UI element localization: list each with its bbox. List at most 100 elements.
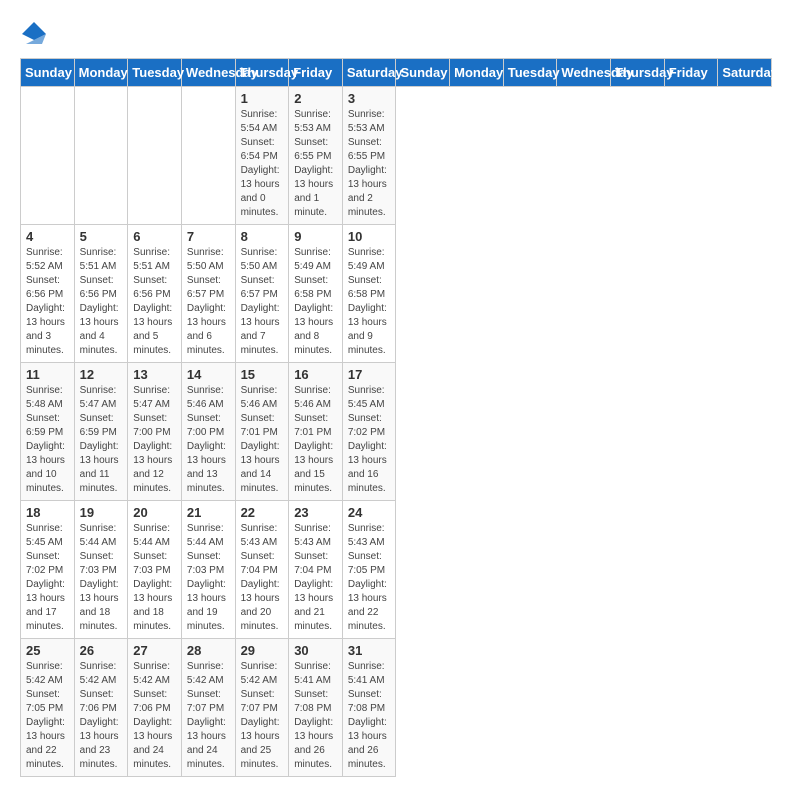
calendar-week-1: 4 Sunrise: 5:52 AM Sunset: 6:56 PM Daylig… — [21, 225, 772, 363]
day-info: Sunrise: 5:44 AM Sunset: 7:03 PM Dayligh… — [133, 522, 176, 634]
day-info: Sunrise: 5:42 AM Sunset: 7:06 PM Dayligh… — [133, 660, 176, 772]
calendar-week-2: 11Sunrise: 5:48 AM Sunset: 6:59 PM Dayli… — [21, 363, 772, 501]
header-tuesday: Tuesday — [503, 59, 557, 87]
header-thursday: Thursday — [611, 59, 665, 87]
calendar-cell: 2Sunrise: 5:53 AM Sunset: 6:55 PM Daylig… — [289, 87, 343, 225]
calendar-cell: 25 Sunrise: 5:42 AM Sunset: 7:05 PM Dayli… — [21, 639, 75, 777]
day-number: 10 — [348, 229, 391, 244]
calendar-header-row: SundayMondayTuesdayWednesdayThursdayFrid… — [21, 59, 772, 87]
day-number: 13 — [133, 367, 176, 382]
calendar-cell: 14 Sunrise: 5:46 AM Sunset: 7:00 PM Dayli… — [181, 363, 235, 501]
calendar-cell: 12 Sunrise: 5:47 AM Sunset: 6:59 PM Dayli… — [74, 363, 128, 501]
day-number: 29 — [241, 643, 284, 658]
header-friday: Friday — [289, 59, 343, 87]
day-info: Sunrise: 5:46 AM Sunset: 7:00 PM Dayligh… — [187, 384, 230, 496]
logo — [20, 20, 52, 48]
calendar-cell — [74, 87, 128, 225]
calendar-cell: 8 Sunrise: 5:50 AM Sunset: 6:57 PM Daylig… — [235, 225, 289, 363]
day-info: Sunrise: 5:44 AM Sunset: 7:03 PM Dayligh… — [187, 522, 230, 634]
calendar-week-0: 1Sunrise: 5:54 AM Sunset: 6:54 PM Daylig… — [21, 87, 772, 225]
calendar-week-4: 25 Sunrise: 5:42 AM Sunset: 7:05 PM Dayli… — [21, 639, 772, 777]
calendar-cell: 5 Sunrise: 5:51 AM Sunset: 6:56 PM Daylig… — [74, 225, 128, 363]
calendar-cell: 31 Sunrise: 5:41 AM Sunset: 7:08 PM Dayli… — [342, 639, 396, 777]
calendar-cell — [181, 87, 235, 225]
calendar-cell: 11Sunrise: 5:48 AM Sunset: 6:59 PM Dayli… — [21, 363, 75, 501]
header-monday: Monday — [74, 59, 128, 87]
calendar-cell: 13 Sunrise: 5:47 AM Sunset: 7:00 PM Dayli… — [128, 363, 182, 501]
header-sunday: Sunday — [396, 59, 450, 87]
day-info: Sunrise: 5:52 AM Sunset: 6:56 PM Dayligh… — [26, 246, 69, 358]
calendar-cell: 10 Sunrise: 5:49 AM Sunset: 6:58 PM Dayli… — [342, 225, 396, 363]
calendar-cell: 17 Sunrise: 5:45 AM Sunset: 7:02 PM Dayli… — [342, 363, 396, 501]
day-number: 24 — [348, 505, 391, 520]
header-wednesday: Wednesday — [557, 59, 611, 87]
day-info: Sunrise: 5:42 AM Sunset: 7:07 PM Dayligh… — [241, 660, 284, 772]
day-number: 5 — [80, 229, 123, 244]
day-number: 18 — [26, 505, 69, 520]
day-number: 15 — [241, 367, 284, 382]
day-info: Sunrise: 5:42 AM Sunset: 7:07 PM Dayligh… — [187, 660, 230, 772]
day-number: 17 — [348, 367, 391, 382]
calendar-week-3: 18 Sunrise: 5:45 AM Sunset: 7:02 PM Dayli… — [21, 501, 772, 639]
day-info: Sunrise: 5:41 AM Sunset: 7:08 PM Dayligh… — [348, 660, 391, 772]
day-info: Sunrise: 5:50 AM Sunset: 6:57 PM Dayligh… — [187, 246, 230, 358]
day-number: 31 — [348, 643, 391, 658]
calendar-cell: 9Sunrise: 5:49 AM Sunset: 6:58 PM Daylig… — [289, 225, 343, 363]
day-info: Sunrise: 5:41 AM Sunset: 7:08 PM Dayligh… — [294, 660, 337, 772]
day-info: Sunrise: 5:51 AM Sunset: 6:56 PM Dayligh… — [80, 246, 123, 358]
calendar-cell: 26 Sunrise: 5:42 AM Sunset: 7:06 PM Dayli… — [74, 639, 128, 777]
day-number: 26 — [80, 643, 123, 658]
day-number: 6 — [133, 229, 176, 244]
day-info: Sunrise: 5:47 AM Sunset: 7:00 PM Dayligh… — [133, 384, 176, 496]
calendar-cell: 6 Sunrise: 5:51 AM Sunset: 6:56 PM Daylig… — [128, 225, 182, 363]
day-info: Sunrise: 5:45 AM Sunset: 7:02 PM Dayligh… — [26, 522, 69, 634]
day-number: 16 — [294, 367, 337, 382]
calendar-cell: 3Sunrise: 5:53 AM Sunset: 6:55 PM Daylig… — [342, 87, 396, 225]
calendar-cell: 20 Sunrise: 5:44 AM Sunset: 7:03 PM Dayli… — [128, 501, 182, 639]
day-info: Sunrise: 5:43 AM Sunset: 7:04 PM Dayligh… — [241, 522, 284, 634]
header-thursday: Thursday — [235, 59, 289, 87]
header-sunday: Sunday — [21, 59, 75, 87]
calendar-cell: 7Sunrise: 5:50 AM Sunset: 6:57 PM Daylig… — [181, 225, 235, 363]
logo-icon — [20, 20, 48, 48]
header-wednesday: Wednesday — [181, 59, 235, 87]
day-info: Sunrise: 5:43 AM Sunset: 7:04 PM Dayligh… — [294, 522, 337, 634]
day-number: 20 — [133, 505, 176, 520]
day-number: 1 — [241, 91, 284, 106]
calendar-cell: 1Sunrise: 5:54 AM Sunset: 6:54 PM Daylig… — [235, 87, 289, 225]
day-info: Sunrise: 5:42 AM Sunset: 7:06 PM Dayligh… — [80, 660, 123, 772]
day-info: Sunrise: 5:47 AM Sunset: 6:59 PM Dayligh… — [80, 384, 123, 496]
day-number: 12 — [80, 367, 123, 382]
day-number: 14 — [187, 367, 230, 382]
day-number: 27 — [133, 643, 176, 658]
header-friday: Friday — [664, 59, 718, 87]
calendar-cell: 16 Sunrise: 5:46 AM Sunset: 7:01 PM Dayli… — [289, 363, 343, 501]
calendar-cell: 19Sunrise: 5:44 AM Sunset: 7:03 PM Dayli… — [74, 501, 128, 639]
day-info: Sunrise: 5:42 AM Sunset: 7:05 PM Dayligh… — [26, 660, 69, 772]
day-number: 25 — [26, 643, 69, 658]
day-number: 30 — [294, 643, 337, 658]
header-tuesday: Tuesday — [128, 59, 182, 87]
day-number: 19 — [80, 505, 123, 520]
day-info: Sunrise: 5:51 AM Sunset: 6:56 PM Dayligh… — [133, 246, 176, 358]
calendar-cell: 18 Sunrise: 5:45 AM Sunset: 7:02 PM Dayli… — [21, 501, 75, 639]
day-number: 21 — [187, 505, 230, 520]
day-info: Sunrise: 5:49 AM Sunset: 6:58 PM Dayligh… — [294, 246, 337, 358]
calendar-cell: 24Sunrise: 5:43 AM Sunset: 7:05 PM Dayli… — [342, 501, 396, 639]
calendar-cell: 27 Sunrise: 5:42 AM Sunset: 7:06 PM Dayli… — [128, 639, 182, 777]
day-info: Sunrise: 5:53 AM Sunset: 6:55 PM Dayligh… — [348, 108, 391, 220]
calendar-table: SundayMondayTuesdayWednesdayThursdayFrid… — [20, 58, 772, 777]
day-number: 8 — [241, 229, 284, 244]
day-info: Sunrise: 5:46 AM Sunset: 7:01 PM Dayligh… — [294, 384, 337, 496]
calendar-cell: 21 Sunrise: 5:44 AM Sunset: 7:03 PM Dayli… — [181, 501, 235, 639]
day-number: 2 — [294, 91, 337, 106]
day-number: 28 — [187, 643, 230, 658]
day-number: 23 — [294, 505, 337, 520]
day-info: Sunrise: 5:46 AM Sunset: 7:01 PM Dayligh… — [241, 384, 284, 496]
calendar-cell — [128, 87, 182, 225]
page-header — [20, 20, 772, 48]
day-info: Sunrise: 5:50 AM Sunset: 6:57 PM Dayligh… — [241, 246, 284, 358]
day-number: 4 — [26, 229, 69, 244]
day-info: Sunrise: 5:45 AM Sunset: 7:02 PM Dayligh… — [348, 384, 391, 496]
day-info: Sunrise: 5:49 AM Sunset: 6:58 PM Dayligh… — [348, 246, 391, 358]
